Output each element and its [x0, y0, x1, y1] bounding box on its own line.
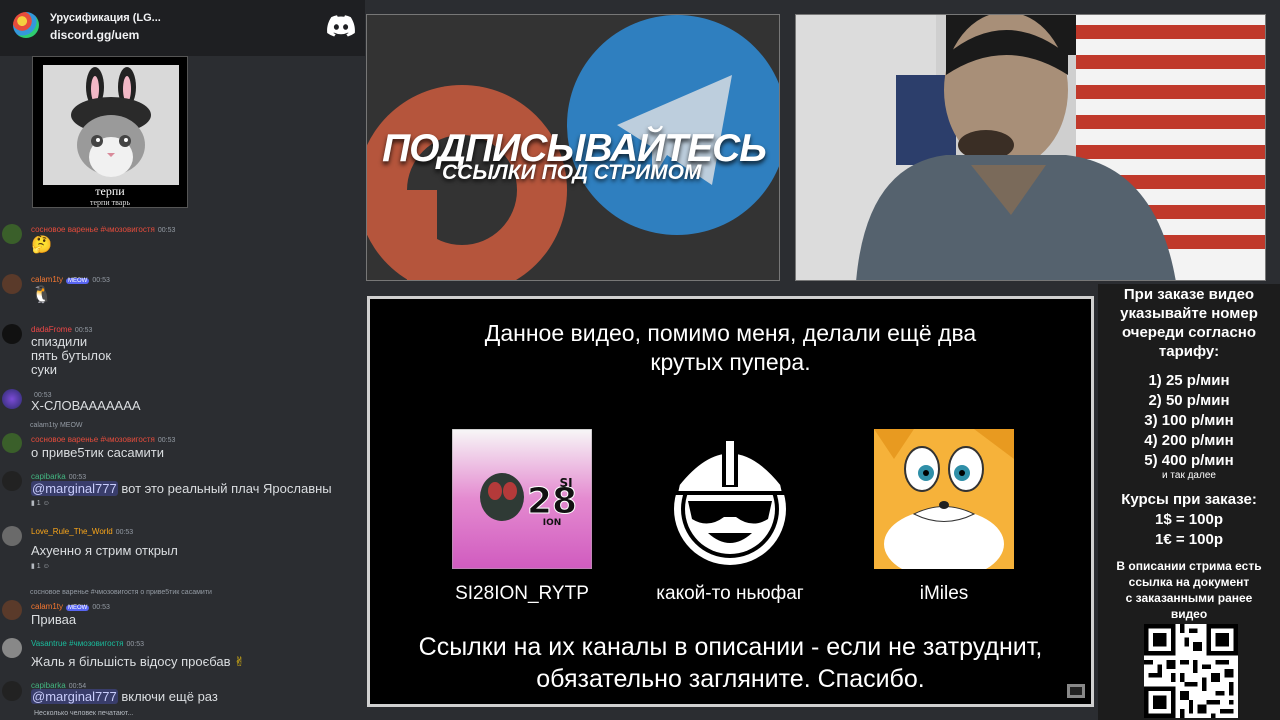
server-header[interactable]: Урусификация (LG... discord.gg/uem	[0, 0, 365, 56]
message-text: Приваа	[31, 612, 77, 627]
pricing-header: очереди согласно	[1121, 324, 1257, 341]
reaction-button[interactable]: ▮ 1 ☺	[31, 562, 50, 570]
tails-avatar	[874, 429, 1014, 569]
message-text: Х-СЛОВААААААА	[31, 398, 141, 413]
avatar[interactable]	[2, 274, 22, 294]
user-mention[interactable]: @marginal777	[31, 481, 118, 496]
thanks-text: обязательно загляните. Спасибо.	[536, 665, 925, 693]
message-text: спиздили	[31, 334, 88, 349]
watermark-icon	[1067, 684, 1085, 698]
avatar[interactable]	[2, 433, 22, 453]
server-invite-link[interactable]: discord.gg/uem	[50, 28, 139, 42]
reply-preview[interactable]: сосновое варенье #чмозовигостя о приве5т…	[30, 589, 212, 596]
server-icon[interactable]	[13, 12, 39, 38]
user-mention[interactable]: @marginal777	[31, 689, 118, 704]
username[interactable]: сосновое варенье #чмозовигостя 00:53	[31, 435, 175, 444]
credits-text-line1: Данное видео, помимо меня, делали ещё дв…	[484, 320, 977, 346]
avatar[interactable]	[2, 526, 22, 546]
helper-name: какой-то ньюфаг	[656, 583, 804, 604]
credits-panel: Данное видео, помимо меня, делали ещё дв…	[367, 296, 1094, 707]
message-text: суки	[31, 362, 57, 377]
reply-preview[interactable]: calam1ty MEOW	[30, 422, 83, 429]
tariff-item: 5) 400 р/мин	[1144, 452, 1234, 469]
credits-text-line2: крутых пупера.	[650, 349, 811, 375]
pricing-header: тарифу:	[1158, 343, 1220, 360]
helper-imiles: iMiles	[844, 429, 1044, 604]
tariff-item: 1) 25 р/мин	[1148, 372, 1230, 389]
helper-name: iMiles	[919, 583, 969, 604]
avatar[interactable]	[2, 638, 22, 658]
username[interactable]: Vasantrue #чмозовигостя 00:53	[31, 639, 144, 648]
username[interactable]: capibarka 00:53	[31, 472, 86, 481]
tariff-item: 4) 200 р/мин	[1144, 432, 1234, 449]
message-text: пять бутылок	[31, 348, 112, 363]
tariff-item: 2) 50 р/мин	[1148, 392, 1230, 409]
rate-item: 1$ = 100р	[1155, 511, 1223, 528]
meme-subcaption: терпи тварь	[90, 198, 130, 207]
rate-item: 1€ = 100р	[1155, 531, 1223, 548]
cat-with-bunny-ears-image	[43, 65, 179, 185]
description-note: с заказанными ранее	[1125, 591, 1253, 605]
message-text: 🐧	[31, 285, 53, 304]
typing-indicator: Несколько человек печатают...	[34, 710, 134, 717]
helper-si28ion: 28 SI ION SI28ION_RYTP	[422, 429, 622, 604]
message-text: @marginal777 включи ещё раз	[31, 689, 218, 704]
webcam-scene	[796, 15, 1265, 280]
discord-chat-overlay: Урусификация (LG... discord.gg/uem терпи…	[0, 0, 365, 720]
pricing-header: указывайте номер	[1120, 305, 1258, 322]
message-text: о приве5тик сасамити	[31, 445, 164, 460]
avatar[interactable]	[2, 600, 22, 620]
description-note: В описании стрима есть	[1116, 559, 1262, 573]
reaction-button[interactable]: ▮ 1 ☺	[31, 499, 50, 507]
message-text: @marginal777 вот это реальный плач Яросл…	[31, 481, 332, 496]
avatar[interactable]	[2, 224, 22, 244]
meme-caption: терпи	[95, 184, 125, 198]
pricing-header: При заказе видео	[1123, 286, 1255, 303]
si28ion-logo: 28 SI ION	[452, 429, 592, 569]
description-note: ссылка на документ	[1128, 575, 1250, 589]
rates-title: Курсы при заказе:	[1121, 491, 1257, 508]
links-in-description-text: Ссылки на их каналы в описании - если не…	[418, 633, 1043, 661]
helper-newfag: какой-то ньюфаг	[630, 429, 830, 604]
qr-code[interactable]	[1144, 624, 1238, 718]
helper-name: SI28ION_RYTP	[455, 583, 589, 604]
meme-image-attachment[interactable]: терпи терпи тварь	[32, 56, 188, 208]
username[interactable]: calam1ty MEOW 00:53	[31, 602, 110, 611]
webcam-feed	[795, 14, 1266, 281]
discord-logo-icon	[327, 15, 355, 37]
message-text: 🤔	[31, 235, 53, 254]
username[interactable]: calam1ty MEOW 00:53	[31, 275, 110, 284]
avatar[interactable]	[2, 471, 22, 491]
logo-ion-text: ION	[543, 518, 562, 528]
avatar[interactable]	[2, 681, 22, 701]
qr-code-graphic	[1144, 624, 1238, 718]
avatar[interactable]	[2, 389, 22, 409]
avatar[interactable]	[2, 324, 22, 344]
username[interactable]: dadaFrome 00:53	[31, 325, 92, 334]
tariff-item: 3) 100 р/мин	[1144, 412, 1234, 429]
links-below-stream: ССЫЛКИ ПОД СТРИМОМ	[442, 161, 702, 184]
username[interactable]: сосновое варенье #чмозовигостя 00:53	[31, 225, 175, 234]
logo-si-text: SI	[559, 476, 572, 490]
hardhat-sunglasses-logo	[673, 439, 787, 565]
server-name: Урусификация (LG...	[50, 12, 161, 24]
subscribe-banner: ПОДПИСЫВАЙТЕСЬ ССЫЛКИ ПОД СТРИМОМ	[366, 14, 780, 281]
tariff-more: и так далее	[1162, 470, 1216, 481]
message-text: Ахуенно я стрим открыл	[31, 543, 178, 558]
description-note: видео	[1170, 607, 1208, 621]
message-text: Жаль я більшість відосу проєбав ✌	[31, 654, 246, 669]
username[interactable]: Love_Rule_The_World 00:53	[31, 527, 133, 536]
